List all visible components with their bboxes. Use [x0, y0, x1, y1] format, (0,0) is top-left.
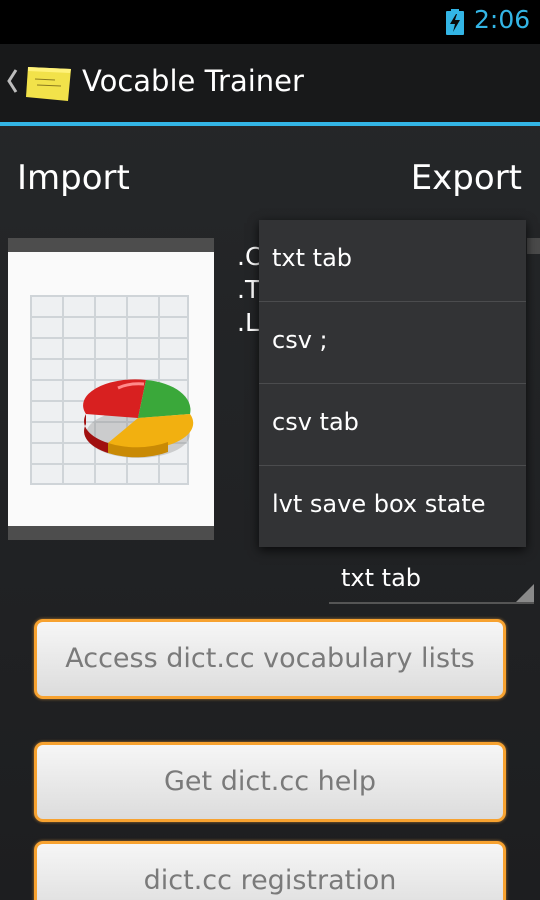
spinner-selected-value: txt tab [341, 564, 422, 592]
status-bar: 2:06 [0, 0, 540, 44]
dropdown-option-csv-semicolon[interactable]: csv ; [259, 302, 526, 384]
option-label: txt tab [272, 244, 353, 272]
dropdown-option-lvt-save-box-state[interactable]: lvt save box state [259, 466, 526, 547]
option-label: lvt save box state [272, 490, 486, 518]
action-bar: Vocable Trainer [0, 44, 540, 126]
registration-button[interactable]: dict.cc registration [34, 841, 506, 900]
access-vocabulary-lists-button[interactable]: Access dict.cc vocabulary lists [34, 619, 506, 699]
dropdown-option-csv-tab[interactable]: csv tab [259, 384, 526, 466]
export-format-dropdown: txt tab csv ; csv tab lvt save box state [259, 220, 526, 547]
spreadsheet-chart-icon[interactable] [8, 238, 214, 540]
app-title: Vocable Trainer [82, 64, 304, 98]
export-heading: Export [410, 158, 522, 198]
dropdown-option-txt-tab[interactable]: txt tab [259, 220, 526, 302]
screen: 2:06 Vocable Trainer Import Export .C .T… [0, 0, 540, 900]
battery-charging-icon [446, 9, 464, 35]
clock: 2:06 [474, 5, 531, 34]
export-format-spinner[interactable]: txt tab [329, 556, 534, 604]
get-help-button[interactable]: Get dict.cc help [34, 742, 506, 822]
chevron-left-icon[interactable] [5, 66, 19, 96]
spinner-arrow-icon [516, 584, 534, 602]
option-label: csv ; [272, 326, 328, 354]
option-label: csv tab [272, 408, 359, 436]
import-heading: Import [17, 158, 130, 198]
sticky-note-logo-icon[interactable] [25, 63, 73, 103]
image-frame-edge [527, 238, 540, 254]
